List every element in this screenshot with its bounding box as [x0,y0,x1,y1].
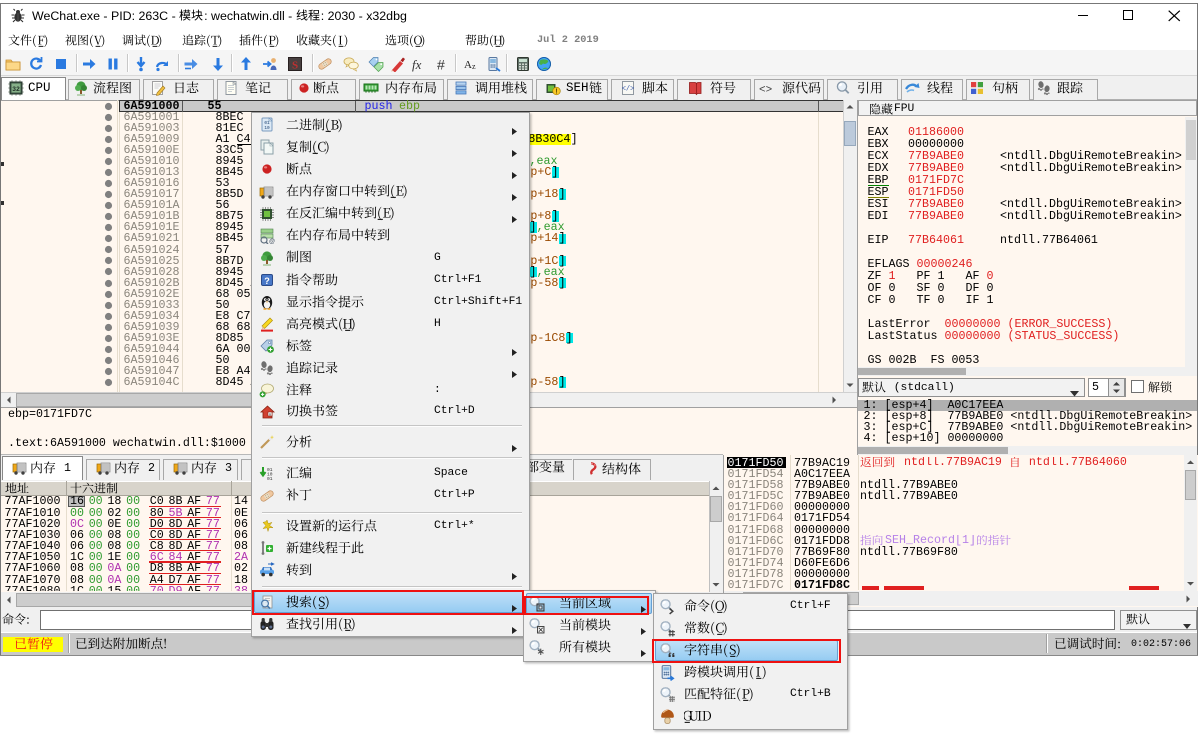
svg-text:?: ? [264,276,270,286]
svg-text:<>: <> [759,85,772,97]
svg-text:32: 32 [12,86,20,93]
svg-text:fx: fx [412,57,422,72]
svg-text:!: ! [555,89,557,96]
svg-text:n: n [269,411,271,416]
svg-text:10: 10 [264,126,270,131]
svg-text:z: z [472,62,476,71]
svg-text:</>: </> [622,86,635,94]
svg-text:@: @ [269,239,275,244]
svg-text:01: 01 [267,476,273,482]
svg-text:#: # [437,57,445,73]
svg-text:S: S [292,60,298,72]
svg-text:A: A [464,59,472,71]
